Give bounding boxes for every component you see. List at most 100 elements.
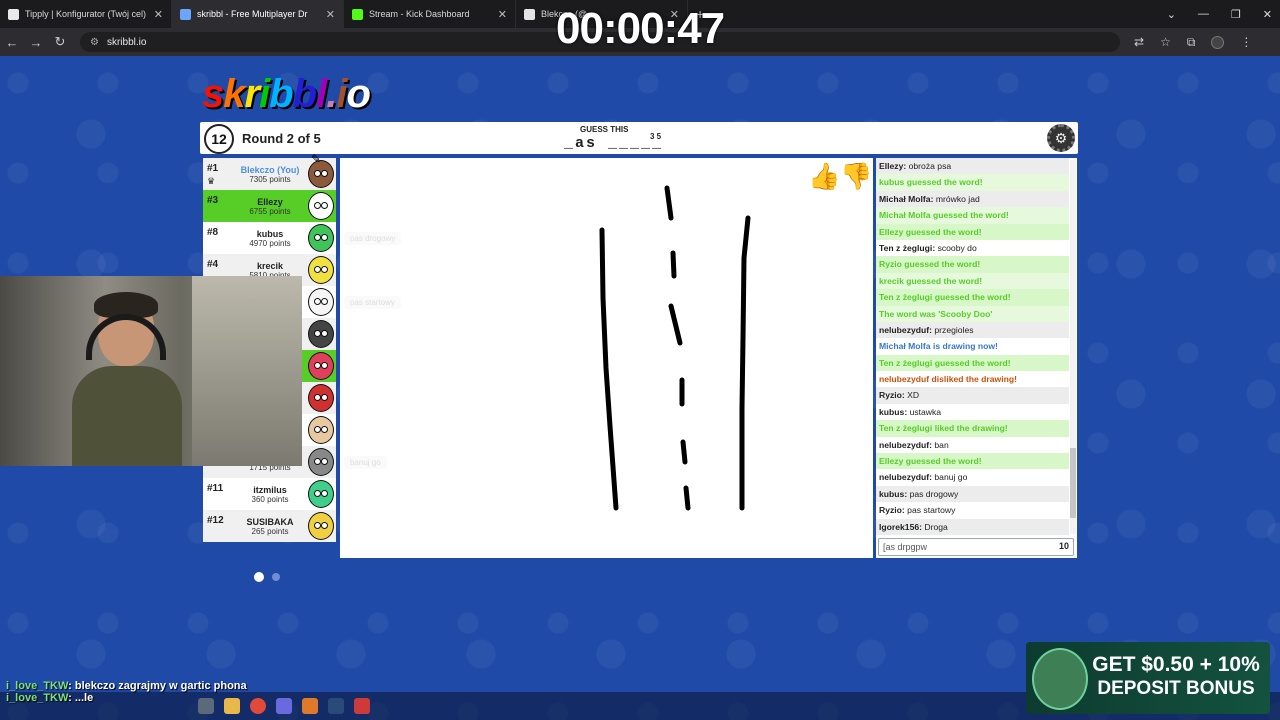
ad-line-2: DEPOSIT BONUS	[1097, 678, 1255, 699]
drawing-strokes	[599, 185, 751, 511]
player-points: 6755 points	[249, 207, 291, 216]
chat-author: Ten z żeglugi	[879, 242, 933, 253]
profile-avatar[interactable]	[1211, 35, 1225, 49]
extensions-icon[interactable]: ⧉	[1187, 35, 1196, 50]
player-avatar	[308, 192, 334, 220]
like-thumb-icon[interactable]: 👍	[808, 161, 840, 191]
player-avatar	[308, 320, 334, 348]
player-rank: #4	[207, 259, 219, 270]
chat-char-count: 10	[1058, 541, 1069, 551]
close-window-icon[interactable]: ✕	[1263, 8, 1272, 21]
sponsor-ad: GET $0.50 + 10% DEPOSIT BONUS	[1026, 642, 1270, 714]
player-avatar	[308, 224, 334, 252]
tab-search-icon[interactable]: ⌄	[1167, 8, 1176, 21]
obs-icon[interactable]	[302, 698, 318, 714]
chat-message: krecik guessed the word!	[876, 272, 1069, 290]
chat-message: Michał Molfa: mrówko jad	[876, 190, 1069, 208]
chat-text: Michał Molfa guessed the word!	[879, 210, 1009, 221]
chat-message: Ten z żeglugi guessed the word!	[876, 289, 1069, 306]
streamer-figure	[72, 292, 182, 466]
chat-message: Ten z żeglugi guessed the word!	[876, 354, 1069, 372]
discord-icon[interactable]	[276, 698, 292, 714]
page-dot[interactable]	[272, 573, 280, 581]
player-rank: #12	[207, 515, 224, 526]
close-tab-icon[interactable]: ✕	[498, 8, 507, 21]
chat-message: Ryzio: pas startowy	[879, 505, 956, 516]
game-header: 12 Round 2 of 5 GUESS THIS _as _____ 3 5…	[200, 122, 1078, 154]
player-name: kubus	[256, 229, 284, 239]
chat-text: Ten z żeglugi guessed the word!	[879, 292, 1011, 303]
menu-dots-icon[interactable]: ⋮	[1240, 35, 1252, 49]
minimize-icon[interactable]: —	[1198, 8, 1209, 20]
word-lengths: 3 5	[650, 132, 662, 141]
chat-author: kubus	[879, 406, 905, 417]
close-tab-icon[interactable]: ✕	[326, 8, 335, 21]
round-timer: 12	[204, 124, 234, 154]
chat-message: kubus guessed the word!	[876, 174, 1069, 191]
window-controls: ⌄ — ❐ ✕	[1167, 0, 1272, 28]
player-rank: #11	[207, 483, 224, 494]
drawing-canvas[interactable]: pas drogowy pas startowy banuj go	[340, 158, 873, 558]
chat-author: Ryzio	[879, 505, 902, 516]
browser-tab[interactable]: Stream - Kick Dashboard ✕	[344, 0, 516, 28]
chat-text: mrówko jad	[935, 193, 980, 204]
chat-message: kubus: pas drogowy	[876, 485, 1069, 503]
chat-message: Ten z żeglugi: scooby do	[879, 242, 977, 253]
translate-icon[interactable]: ⇄	[1134, 35, 1144, 49]
tab-favicon-icon	[352, 8, 363, 20]
browser-tab[interactable]: Tipply | Konfigurator (Twój cel) ✕	[0, 0, 172, 28]
dislike-thumb-icon[interactable]: 👎	[840, 161, 872, 191]
guess-label: GUESS THIS	[580, 125, 629, 134]
url-text: skribbl.io	[106, 36, 147, 48]
player-row[interactable]: #12 SUSIBAKA 265 points	[203, 510, 336, 542]
scrollbar-thumb[interactable]	[1070, 448, 1076, 518]
chat-message: kubus: ustawka	[879, 406, 942, 417]
player-name: itzmilus	[253, 485, 287, 495]
chat-message: Ellezy guessed the word!	[876, 223, 1069, 240]
chrome-icon[interactable]	[250, 698, 266, 714]
chat-message: Ten z żeglugi liked the drawing!	[876, 420, 1069, 437]
browser-tab[interactable]: skribbl - Free Multiplayer Dr ✕	[172, 0, 344, 28]
page-dot-active[interactable]	[254, 572, 264, 582]
player-avatar	[308, 384, 334, 412]
reload-icon[interactable]: ↻	[48, 34, 72, 50]
chat-scrollbar[interactable]	[1070, 160, 1076, 534]
chat-text: banuj go	[934, 472, 968, 483]
tab-title: Stream - Kick Dashboard	[369, 9, 470, 19]
forward-icon[interactable]: →	[24, 35, 48, 50]
chat-text: ban	[934, 439, 949, 450]
player-rank: #8	[207, 227, 219, 238]
crown-icon: ♛	[207, 176, 216, 186]
stream-chat-line: i_love_TKW: ...le	[6, 692, 247, 704]
chat-message: Michał Molfa is drawing now!	[876, 338, 1069, 354]
stream-timer: 00:00:47	[556, 4, 725, 53]
close-tab-icon[interactable]: ✕	[154, 8, 163, 21]
chat-messages: Ellezy: obroża psa kubus guessed the word…	[876, 158, 1069, 536]
player-avatar	[308, 448, 334, 476]
settings-gear-icon[interactable]: ⚙	[1047, 124, 1075, 152]
restore-icon[interactable]: ❐	[1231, 8, 1241, 21]
page-dots	[254, 572, 280, 582]
chat-guess-input[interactable]: [as drpgpw	[878, 538, 1074, 556]
player-points: 360 points	[251, 495, 289, 504]
chat-text: pas startowy	[907, 505, 956, 516]
bookmark-star-icon[interactable]: ☆	[1160, 35, 1171, 49]
chat-message: The word was 'Scooby Doo'	[876, 305, 1069, 322]
player-row[interactable]: #8 kubus 4970 points	[203, 222, 336, 254]
app-icon[interactable]	[354, 698, 370, 714]
tab-title: Tipply | Konfigurator (Twój cel)	[25, 9, 147, 19]
back-icon[interactable]: ←	[0, 35, 24, 50]
player-avatar	[308, 352, 334, 380]
steam-icon[interactable]	[328, 698, 344, 714]
player-row[interactable]: #11 itzmilus 360 points	[203, 478, 336, 510]
ad-line-1: GET $0.50 + 10%	[1092, 653, 1260, 676]
player-row[interactable]: #1 Blekczo (You) 7305 points ♛ ✎	[203, 152, 336, 190]
ghost-guess: pas drogowy	[344, 232, 402, 245]
chat-message: Ellezy: obroża psa	[876, 158, 1069, 175]
round-label: Round 2 of 5	[242, 131, 321, 146]
player-row[interactable]: #3 Ellezy 6755 points	[203, 190, 336, 222]
tab-favicon-icon	[524, 8, 535, 20]
webcam-overlay	[0, 276, 302, 466]
chat-message: nelubezyduf: banuj go	[879, 472, 968, 483]
site-info-icon[interactable]: ⚙	[90, 37, 99, 48]
